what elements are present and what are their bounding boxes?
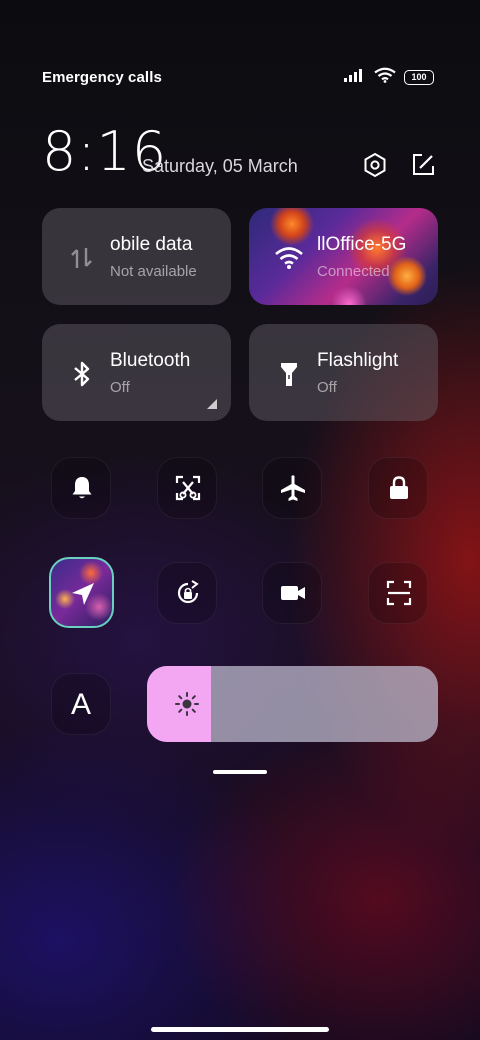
toggle-rotation-lock[interactable]: [157, 562, 217, 624]
settings-icon[interactable]: [362, 152, 388, 178]
brightness-slider[interactable]: [147, 666, 438, 742]
toggle-location[interactable]: [49, 557, 114, 628]
edit-icon[interactable]: [410, 152, 436, 178]
wifi-title: llOffice-5G: [317, 234, 407, 255]
toggle-scanner[interactable]: [368, 562, 428, 624]
font-icon: A: [70, 688, 91, 721]
toggle-screen-record[interactable]: [262, 562, 322, 624]
mobile-data-icon: [66, 242, 98, 274]
flashlight-tile[interactable]: Flashlight Off: [249, 324, 438, 421]
wifi-tile[interactable]: llOffice-5G Connected: [249, 208, 438, 305]
toggle-silent[interactable]: [51, 457, 111, 519]
drag-handle[interactable]: [213, 770, 267, 774]
home-indicator[interactable]: [151, 1027, 329, 1032]
screenshot-icon: [175, 475, 201, 501]
airplane-icon: [281, 475, 305, 501]
wifi-status: Connected: [317, 263, 390, 280]
date: Saturday, 05 March: [142, 156, 298, 176]
status-icons: 100: [344, 67, 434, 88]
video-camera-icon: [281, 586, 305, 600]
flashlight-title: Flashlight: [317, 350, 399, 371]
location-icon: [72, 583, 94, 605]
toggle-airplane[interactable]: [262, 457, 322, 519]
scan-icon: [386, 580, 412, 606]
mobile-data-status: Not available: [110, 263, 197, 280]
toggle-screenshot[interactable]: [157, 457, 217, 519]
wifi-icon: [374, 67, 396, 88]
bell-icon: [72, 477, 92, 499]
toggle-font[interactable]: A: [51, 673, 111, 735]
lock-icon: [390, 476, 408, 499]
bluetooth-tile[interactable]: Bluetooth Off: [42, 324, 231, 421]
carrier-text: Emergency calls o: [42, 68, 166, 86]
signal-icon: [344, 68, 366, 87]
battery-icon: 100: [404, 69, 434, 85]
sun-icon: [175, 692, 199, 716]
mobile-data-title: obile data: [110, 234, 193, 255]
flashlight-status: Off: [317, 379, 337, 396]
expand-corner-icon[interactable]: [207, 399, 217, 409]
bluetooth-title: Bluetooth: [110, 350, 191, 371]
status-bar: Emergency calls o 100: [42, 66, 434, 88]
flashlight-icon: [273, 358, 305, 390]
header: 8:16 Saturday, 05 March: [42, 122, 436, 182]
mobile-data-tile[interactable]: obile data Not available: [42, 208, 231, 305]
bluetooth-icon: [66, 358, 98, 390]
wifi-icon: [273, 242, 305, 274]
rotation-lock-icon: [177, 580, 199, 604]
toggle-lock[interactable]: [368, 457, 428, 519]
bluetooth-status: Off: [110, 379, 130, 396]
